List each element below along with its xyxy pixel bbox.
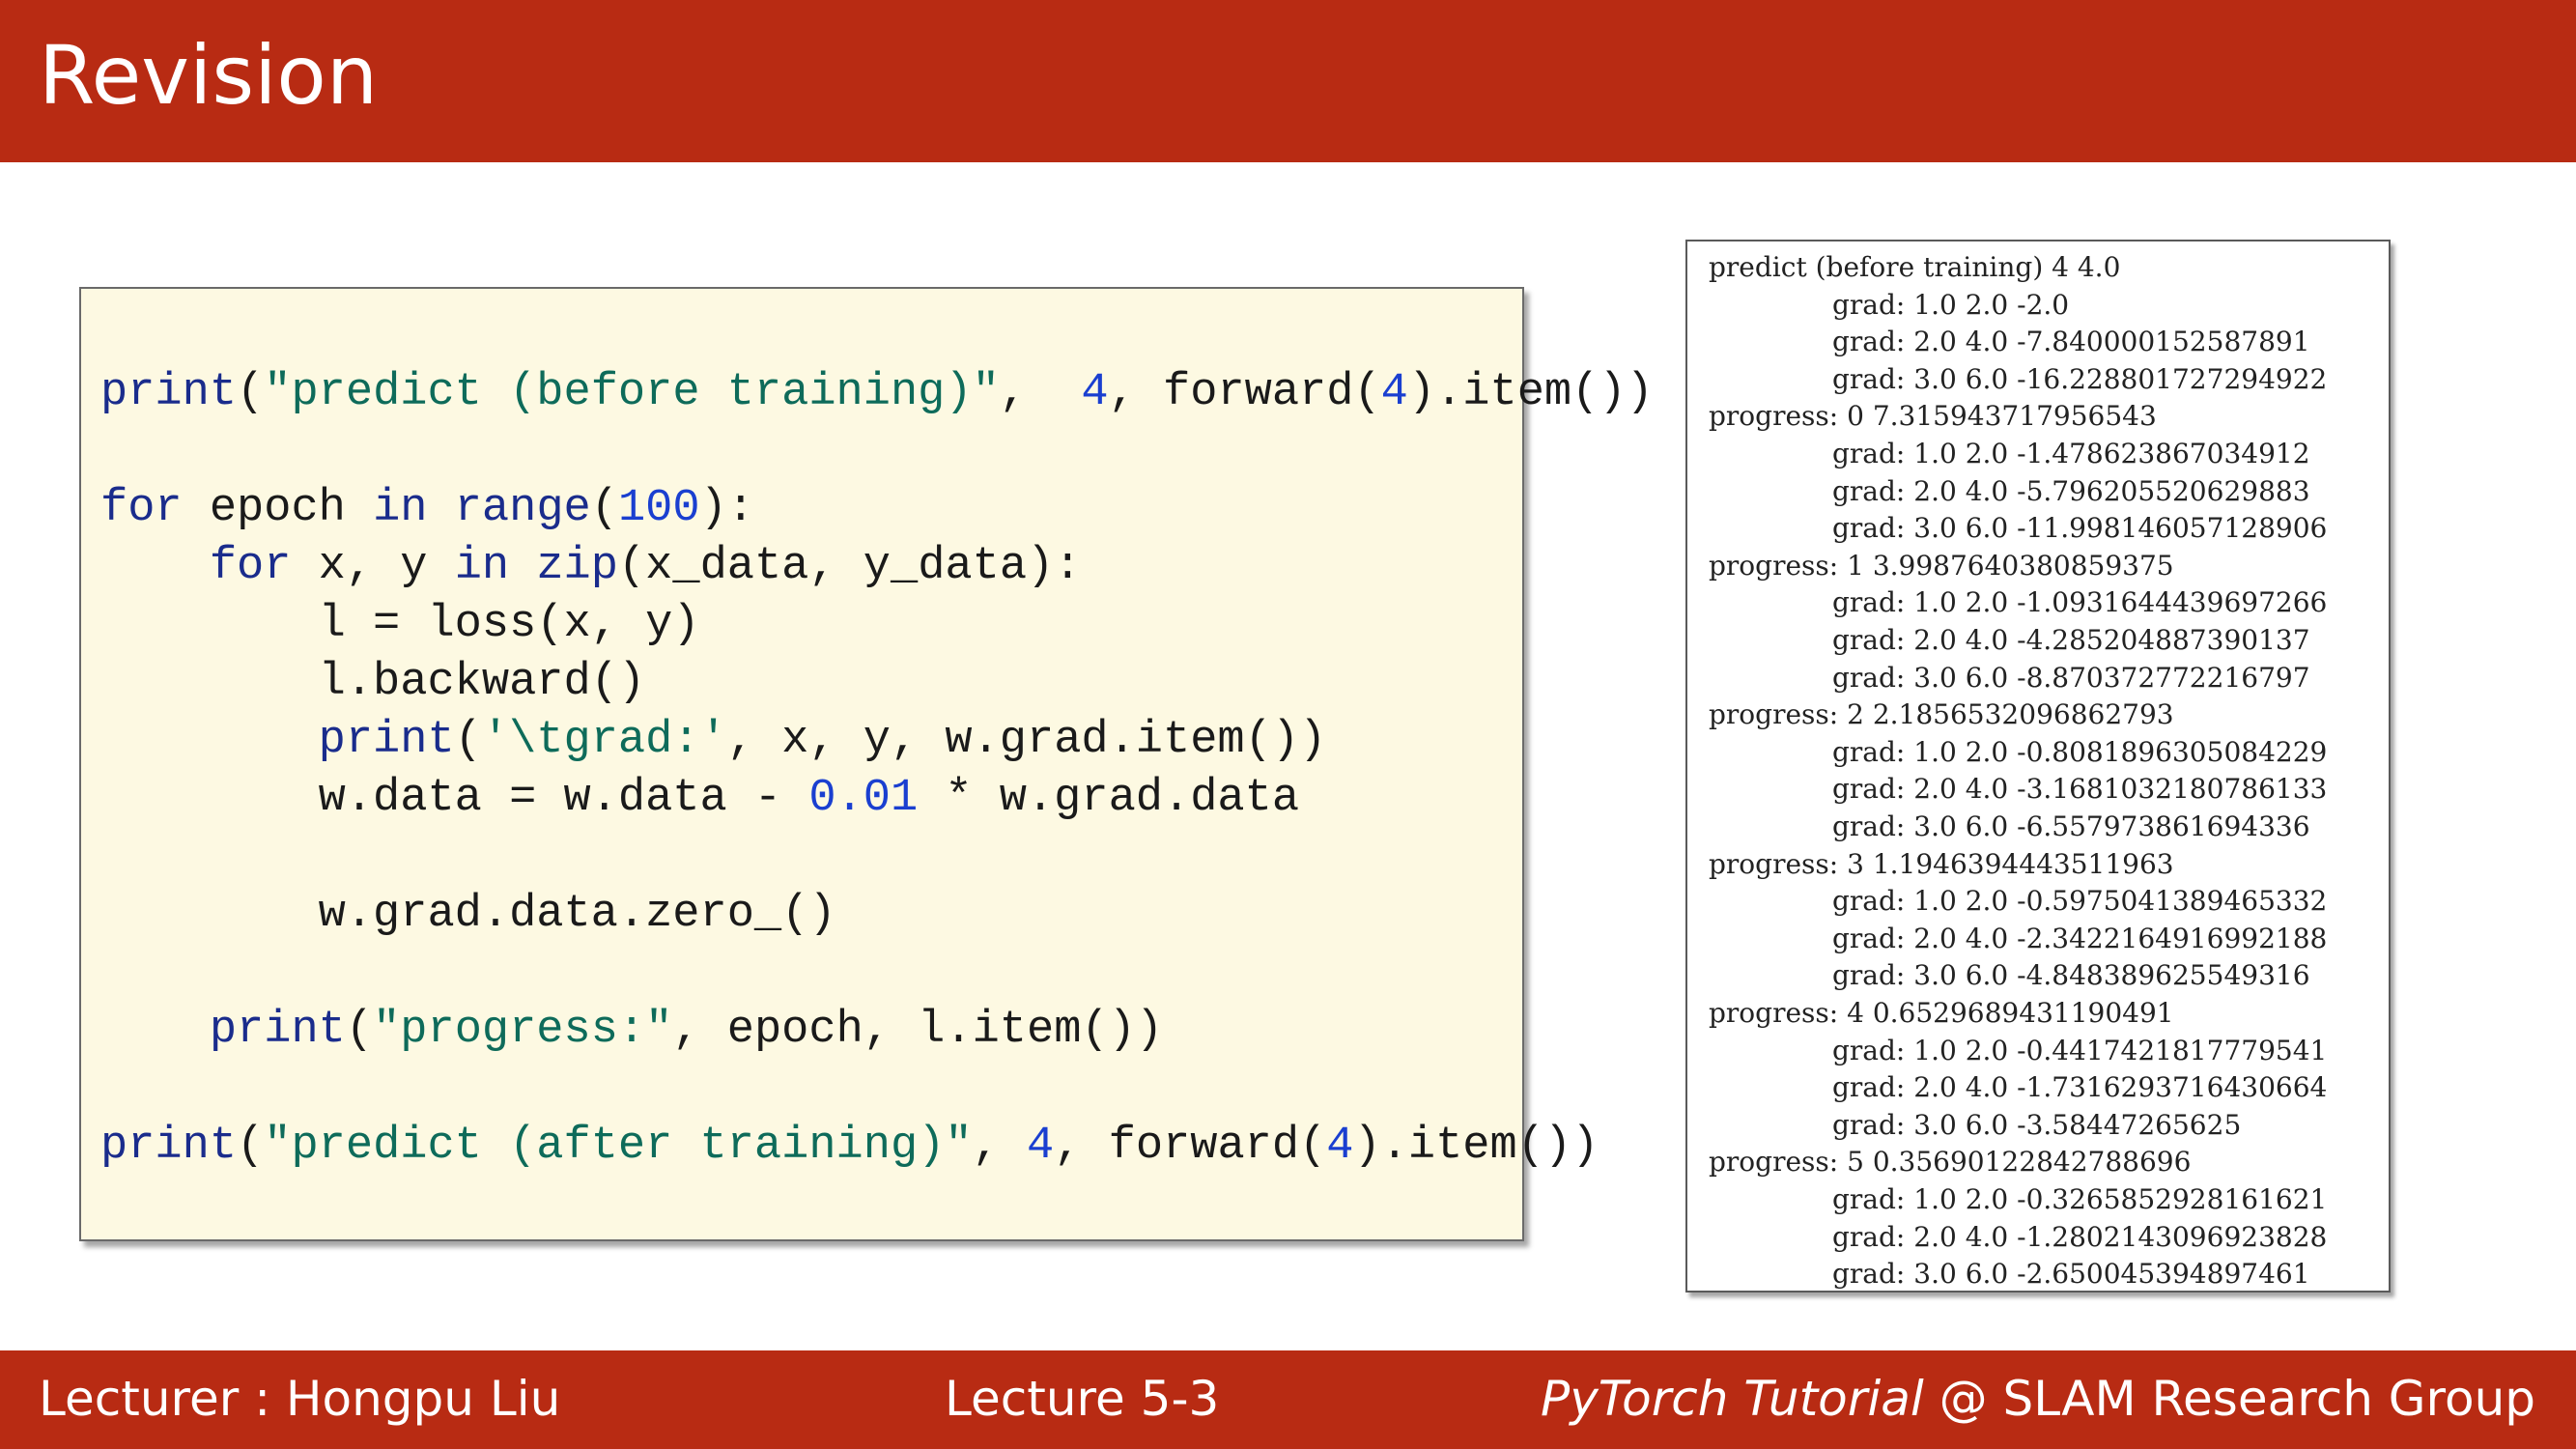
code-line: print("predict (after training)", 4, for…	[100, 1121, 1599, 1172]
output-line: grad: 2.0 4.0 -5.796205520629883	[1832, 474, 2310, 507]
output-line: progress: 5 0.35690122842788696	[1709, 1146, 2192, 1179]
output-line: grad: 3.0 6.0 -6.557973861694336	[1832, 810, 2310, 842]
output-line: grad: 3.0 6.0 -16.228801727294922	[1832, 362, 2328, 395]
code-line: print("predict (before training)", 4, fo…	[100, 367, 1654, 418]
course-name: PyTorch Tutorial	[1541, 1371, 1924, 1427]
output-line: grad: 3.0 6.0 -4.848389625549316	[1832, 959, 2310, 992]
output-line: grad: 1.0 2.0 -1.0931644439697266	[1832, 586, 2328, 619]
output-line: progress: 2 2.1856532096862793	[1709, 698, 2174, 731]
code-line: for epoch in range(100):	[100, 483, 754, 534]
lecturer-label: Lecturer : Hongpu Liu	[39, 1371, 561, 1427]
output-line: grad: 2.0 4.0 -1.2802143096923828	[1832, 1220, 2328, 1253]
output-line: grad: 3.0 6.0 -8.870372772216797	[1832, 661, 2310, 694]
output-line: grad: 1.0 2.0 -0.3265852928161621	[1832, 1183, 2328, 1215]
output-line: predict (before training) 4 4.0	[1709, 251, 2121, 283]
output-line: grad: 3.0 6.0 -2.650045394897461	[1832, 1258, 2310, 1291]
code-line: w.grad.data.zero_()	[100, 889, 836, 940]
code-line: l = loss(x, y)	[100, 599, 700, 650]
output-line: grad: 2.0 4.0 -2.3422164916992188	[1832, 922, 2328, 954]
output-line: grad: 3.0 6.0 -11.998146057128906	[1832, 512, 2328, 545]
slide-title: Revision	[39, 28, 379, 123]
course-group: @ SLAM Research Group	[1923, 1371, 2535, 1427]
code-line: for x, y in zip(x_data, y_data):	[209, 541, 1082, 592]
course-label: PyTorch Tutorial @ SLAM Research Group	[1541, 1370, 2535, 1428]
code-line: print("progress:", epoch, l.item())	[209, 1005, 1164, 1056]
slide: Revision print("predict (before training…	[0, 0, 2576, 1449]
output-line: progress: 0 7.315943717956543	[1709, 400, 2157, 433]
code-line: l.backward()	[100, 657, 646, 708]
output-line: grad: 1.0 2.0 -1.478623867034912	[1832, 438, 2310, 469]
code-line: print('\tgrad:', x, y, w.grad.item())	[318, 715, 1327, 766]
output-line: grad: 2.0 4.0 -4.285204887390137	[1832, 624, 2310, 656]
header-bar: Revision	[0, 0, 2576, 162]
output-line: grad: 1.0 2.0 -0.4417421817779541	[1832, 1034, 2328, 1066]
output-line: grad: 2.0 4.0 -3.1681032180786133	[1832, 773, 2328, 806]
code-panel: print("predict (before training)", 4, fo…	[79, 287, 1654, 1241]
output-line: grad: 2.0 4.0 -1.7316293716430664	[1832, 1071, 2328, 1104]
lecture-number: Lecture 5-3	[945, 1371, 1220, 1427]
output-line: grad: 2.0 4.0 -7.840000152587891	[1832, 326, 2310, 358]
output-line: grad: 1.0 2.0 -0.8081896305084229	[1832, 735, 2328, 768]
output-line: grad: 1.0 2.0 -0.5975041389465332	[1832, 885, 2328, 918]
output-line: progress: 4 0.6529689431190491	[1709, 997, 2174, 1029]
output-panel: predict (before training) 4 4.0 grad: 1.0…	[1685, 240, 2391, 1293]
code-line: w.data = w.data - 0.01 * w.grad.data	[100, 773, 1300, 824]
footer-bar: Lecturer : Hongpu Liu Lecture 5-3 PyTorc…	[0, 1350, 2576, 1449]
output-line: progress: 3 1.1946394443511963	[1709, 847, 2174, 880]
output-line: grad: 1.0 2.0 -2.0	[1832, 288, 2070, 321]
output-line: grad: 3.0 6.0 -3.58447265625	[1832, 1108, 2242, 1141]
output-line: progress: 1 3.9987640380859375	[1709, 549, 2174, 582]
